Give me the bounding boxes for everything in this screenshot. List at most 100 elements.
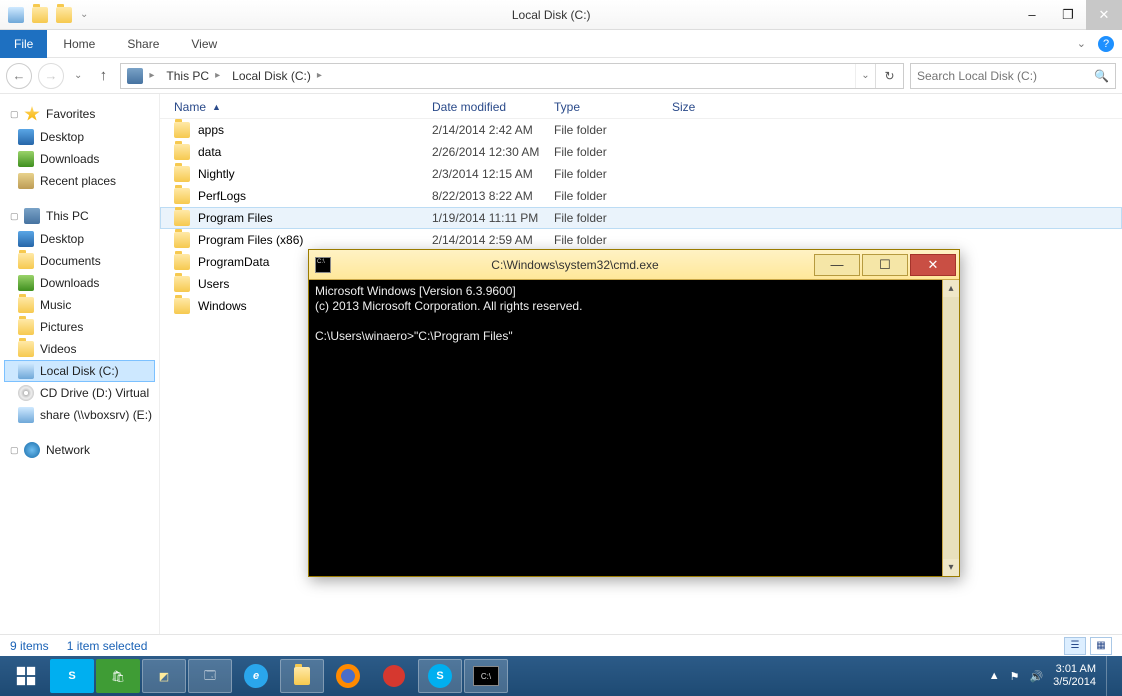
open-folder-icon[interactable] [56,7,72,23]
cmd-window[interactable]: C:\Windows\system32\cmd.exe — ☐ ✕ Micros… [308,249,960,577]
taskbar-skype[interactable]: S [418,659,462,693]
scroll-down-icon[interactable]: ▾ [943,559,959,576]
cmd-minimize-button[interactable]: — [814,254,860,276]
file-name: data [198,145,221,159]
forward-button[interactable]: → [38,63,64,89]
folder-icon [174,232,190,248]
file-row[interactable]: Program Files (x86)2/14/2014 2:59 AMFile… [160,229,1122,251]
tray-clock[interactable]: 3:01 AM 3/5/2014 [1053,663,1096,689]
refresh-button[interactable]: ↻ [875,64,903,88]
pictures-icon [18,319,34,335]
tray-flag-icon[interactable]: ⚑ [1010,670,1020,683]
column-headers: Name▲ Date modified Type Size [160,94,1122,119]
sidebar-item-local-disk[interactable]: Local Disk (C:) [4,360,155,382]
col-name[interactable]: Name▲ [174,100,432,114]
tray-volume-icon[interactable]: 🔊 [1029,670,1043,683]
file-name: Users [198,277,229,291]
file-row[interactable]: Program Files1/19/2014 11:11 PMFile fold… [160,207,1122,229]
help-icon[interactable]: ? [1098,36,1114,52]
col-date[interactable]: Date modified [432,100,554,114]
status-items: 9 items [10,639,49,653]
taskbar-opera[interactable] [372,659,416,693]
sidebar-item-share[interactable]: share (\\vboxsrv) (E:) [4,404,155,426]
taskbar-app2[interactable]: 🗔 [188,659,232,693]
sidebar-favorites[interactable]: ▢Favorites [4,102,155,126]
view-icons-button[interactable]: ▦ [1090,637,1112,655]
folder-icon [174,298,190,314]
taskbar-ie[interactable]: e [234,659,278,693]
back-button[interactable]: ← [6,63,32,89]
taskbar-explorer[interactable] [280,659,324,693]
file-tab[interactable]: File [0,30,47,58]
close-button[interactable]: ✕ [1086,0,1122,30]
file-row[interactable]: data2/26/2014 12:30 AMFile folder [160,141,1122,163]
share-tab[interactable]: Share [111,31,175,57]
taskbar-store[interactable]: 🛍 [96,659,140,693]
history-dropdown-icon[interactable]: ⌄ [70,70,86,81]
breadcrumb-this-pc[interactable]: This PC [166,69,209,83]
col-size[interactable]: Size [672,100,752,114]
file-name: ProgramData [198,255,269,269]
sidebar-item-downloads[interactable]: Downloads [4,148,155,170]
breadcrumb-current[interactable]: Local Disk (C:) [232,69,311,83]
view-tab[interactable]: View [175,31,233,57]
network-icon [24,442,40,458]
sidebar-network[interactable]: ▢Network [4,438,155,462]
file-row[interactable]: Nightly2/3/2014 12:15 AMFile folder [160,163,1122,185]
sidebar-item-pc-downloads[interactable]: Downloads [4,272,155,294]
sidebar-item-cd-drive[interactable]: CD Drive (D:) Virtual [4,382,155,404]
sidebar-item-recent[interactable]: Recent places [4,170,155,192]
file-type: File folder [554,233,672,247]
sidebar-item-desktop[interactable]: Desktop [4,126,155,148]
cmd-close-button[interactable]: ✕ [910,254,956,276]
cmd-terminal[interactable]: Microsoft Windows [Version 6.3.9600] (c)… [309,280,959,576]
search-icon[interactable]: 🔍 [1094,69,1109,83]
folder-icon [18,253,34,269]
taskbar-skype-tile[interactable]: S [50,659,94,693]
file-name: Program Files [198,211,273,225]
taskbar-cmd[interactable]: C:\ [464,659,508,693]
cd-icon [18,385,34,401]
view-details-button[interactable]: ☰ [1064,637,1086,655]
maximize-button[interactable]: ❐ [1050,0,1086,30]
cmd-scrollbar[interactable]: ▴ ▾ [942,280,959,576]
start-button[interactable] [4,659,48,693]
pc-icon [24,208,40,224]
taskbar-firefox[interactable] [326,659,370,693]
minimize-button[interactable]: – [1014,0,1050,30]
address-bar[interactable]: ▸ This PC▸ Local Disk (C:)▸ ⌄ ↻ [120,63,904,89]
home-tab[interactable]: Home [47,31,111,57]
sidebar-item-videos[interactable]: Videos [4,338,155,360]
folder-icon [174,276,190,292]
cmd-maximize-button[interactable]: ☐ [862,254,908,276]
search-input[interactable] [917,69,1094,83]
scroll-up-icon[interactable]: ▴ [943,280,959,297]
folder-icon [174,144,190,160]
taskbar-app1[interactable]: ◩ [142,659,186,693]
folder-icon [174,122,190,138]
qat-dropdown-icon[interactable]: ⌄ [80,9,88,20]
explorer-titlebar: ⌄ Local Disk (C:) – ❐ ✕ [0,0,1122,30]
file-row[interactable]: PerfLogs8/22/2013 8:22 AMFile folder [160,185,1122,207]
taskbar: S 🛍 ◩ 🗔 e S C:\ ▲ ⚑ 🔊 3:01 AM 3/5/2014 [0,656,1122,696]
address-dropdown-icon[interactable]: ⌄ [855,64,875,88]
expand-ribbon-icon[interactable]: ⌄ [1077,37,1086,50]
sidebar-item-documents[interactable]: Documents [4,250,155,272]
col-type[interactable]: Type [554,100,672,114]
cmd-titlebar[interactable]: C:\Windows\system32\cmd.exe — ☐ ✕ [309,250,959,280]
tray-up-icon[interactable]: ▲ [989,670,1000,682]
sidebar-item-music[interactable]: Music [4,294,155,316]
up-button[interactable]: ↑ [92,67,114,84]
folder-icon [174,166,190,182]
sidebar-item-pc-desktop[interactable]: Desktop [4,228,155,250]
search-box[interactable]: 🔍 [910,63,1116,89]
cmd-icon [315,257,331,273]
folder-icon [174,254,190,270]
show-desktop-button[interactable] [1106,656,1112,696]
file-row[interactable]: apps2/14/2014 2:42 AMFile folder [160,119,1122,141]
new-folder-icon[interactable] [32,7,48,23]
sidebar-item-pictures[interactable]: Pictures [4,316,155,338]
sidebar-this-pc[interactable]: ▢This PC [4,204,155,228]
music-icon [18,297,34,313]
folder-icon [174,210,190,226]
